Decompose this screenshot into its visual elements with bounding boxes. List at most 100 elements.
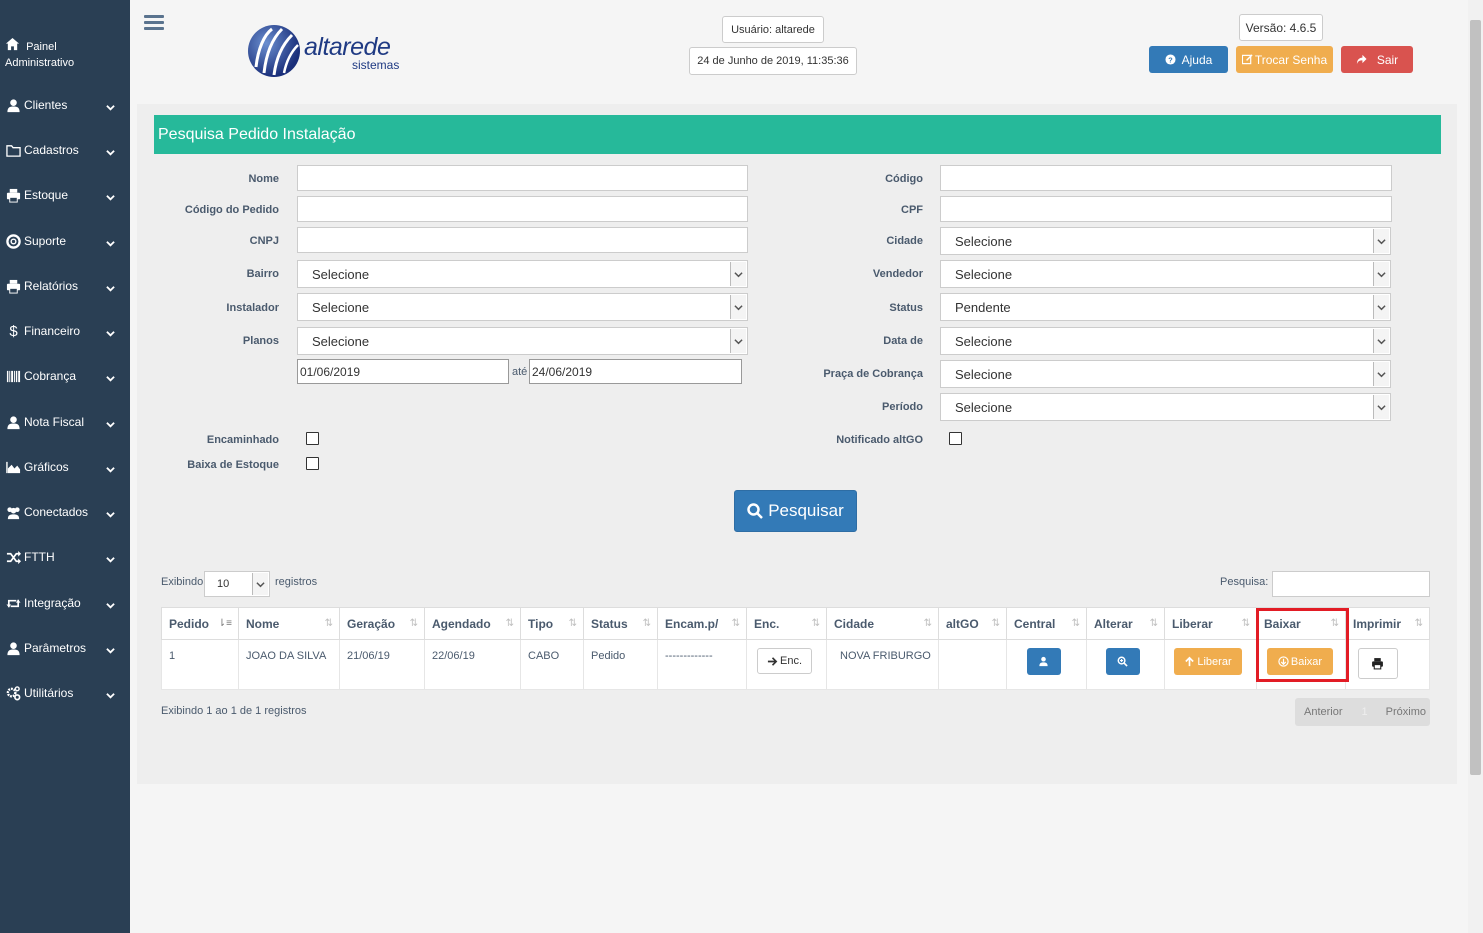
- sidebar-item-ftth[interactable]: FTTH: [0, 545, 130, 569]
- scrollbar[interactable]: [1468, 0, 1483, 933]
- sort-icon: ⇅: [811, 618, 820, 629]
- sidebar-item-estoque[interactable]: Estoque: [0, 183, 130, 207]
- chevron-down-icon: [106, 282, 115, 292]
- date-to-input[interactable]: 24/06/2019: [529, 359, 742, 384]
- encaminhado-label: Encaminhado: [206, 434, 279, 446]
- sidebar-item-integracao[interactable]: Integração: [0, 591, 130, 615]
- chevron-down-icon: [106, 146, 115, 156]
- col-altgo[interactable]: altGO ⇅: [938, 607, 1007, 640]
- baixa-estoque-checkbox[interactable]: [306, 457, 319, 470]
- codigo-pedido-input[interactable]: [297, 196, 748, 222]
- periodo-label: Período: [882, 401, 923, 413]
- sort-asc-icon: ⇂≡: [217, 618, 232, 629]
- bairro-select[interactable]: Selecione: [297, 260, 748, 288]
- table-search-input[interactable]: [1272, 571, 1430, 597]
- sidebar-item-graficos[interactable]: Gráficos: [0, 455, 130, 479]
- bairro-select-value: Selecione: [312, 266, 370, 282]
- sort-icon: ⇅: [731, 618, 740, 629]
- periodo-select[interactable]: Selecione: [940, 393, 1391, 421]
- sidebar-item-label: FTTH: [24, 550, 55, 564]
- pagination-next[interactable]: Próximo: [1386, 706, 1426, 718]
- status-select[interactable]: Pendente: [940, 293, 1391, 321]
- cell-liberar: Liberar: [1164, 639, 1257, 690]
- sort-icon: ⇅: [324, 618, 333, 629]
- date-from-input[interactable]: 01/06/2019: [297, 359, 509, 384]
- change-password-button[interactable]: Trocar Senha: [1236, 46, 1333, 73]
- alterar-button[interactable]: [1106, 648, 1140, 675]
- col-geracao[interactable]: Geração ⇅: [339, 607, 425, 640]
- pagination-page[interactable]: 1: [1362, 706, 1368, 718]
- planos-select[interactable]: Selecione: [297, 327, 748, 355]
- page-size-suffix: registros: [275, 576, 318, 588]
- sidebar-item-parametros[interactable]: Parâmetros: [0, 636, 130, 660]
- sidebar-item-conectados[interactable]: Conectados: [0, 500, 130, 524]
- sidebar-item-relatorios[interactable]: Relatórios: [0, 274, 130, 298]
- instalador-label: Instalador: [226, 302, 279, 314]
- cell-altgo: [938, 639, 1007, 690]
- col-tipo[interactable]: Tipo ⇅: [520, 607, 584, 640]
- menu-toggle-button[interactable]: [144, 15, 164, 31]
- logout-button[interactable]: Sair: [1341, 46, 1413, 73]
- col-cidade[interactable]: Cidade ⇅: [826, 607, 939, 640]
- cnpj-input[interactable]: [297, 227, 748, 253]
- col-alterar[interactable]: Alterar ⇅: [1086, 607, 1165, 640]
- imprimir-button[interactable]: [1358, 648, 1398, 679]
- sidebar-item-cadastros[interactable]: Cadastros: [0, 138, 130, 162]
- chevron-down-icon: [106, 418, 115, 428]
- svg-text:?: ?: [1168, 55, 1173, 64]
- sort-icon: ⇅: [1071, 618, 1080, 629]
- sort-icon: ⇅: [1414, 618, 1423, 629]
- sidebar-item-nota-fiscal[interactable]: Nota Fiscal: [0, 410, 130, 434]
- col-encam[interactable]: Encam.p/⇅: [657, 607, 747, 640]
- user-icon: [0, 98, 22, 113]
- data-de-select[interactable]: Selecione: [940, 327, 1391, 355]
- notificado-altgo-label: Notificado altGO: [836, 434, 923, 446]
- area-chart-icon: [0, 460, 22, 475]
- praca-cobranca-select-value: Selecione: [955, 366, 1013, 382]
- cidade-label: Cidade: [886, 235, 923, 247]
- search-button[interactable]: Pesquisar: [734, 490, 857, 532]
- instalador-select[interactable]: Selecione: [297, 293, 748, 321]
- help-button[interactable]: ? Ajuda: [1149, 46, 1228, 73]
- chevron-down-icon: [1373, 362, 1389, 386]
- central-button[interactable]: [1027, 648, 1061, 675]
- encaminhado-checkbox[interactable]: [306, 432, 319, 445]
- chevron-down-icon: [106, 191, 115, 201]
- page-size-prefix: Exibindo: [161, 576, 204, 588]
- sidebar-home[interactable]: Painel Administrativo: [5, 37, 74, 71]
- cpf-input[interactable]: [940, 196, 1392, 222]
- logout-label: Sair: [1376, 52, 1399, 67]
- col-agendado[interactable]: Agendado ⇅: [424, 607, 521, 640]
- col-nome[interactable]: Nome ⇅: [238, 607, 340, 640]
- user-icon: [0, 641, 22, 656]
- notificado-altgo-checkbox[interactable]: [949, 432, 962, 445]
- cidade-select[interactable]: Selecione: [940, 227, 1391, 255]
- sidebar-item-financeiro[interactable]: $ Financeiro: [0, 319, 130, 343]
- liberar-button[interactable]: Liberar: [1174, 648, 1242, 675]
- col-status[interactable]: Status ⇅: [583, 607, 658, 640]
- cell-encam: -------------: [657, 639, 747, 690]
- scrollbar-thumb[interactable]: [1470, 20, 1481, 775]
- sidebar-item-utilitarios[interactable]: Utilitários: [0, 681, 130, 705]
- page-size-select[interactable]: 10: [204, 571, 270, 597]
- sidebar-item-clientes[interactable]: Clientes: [0, 93, 130, 117]
- cell-geracao: 21/06/19: [339, 639, 425, 690]
- col-imprimir[interactable]: Imprimir ⇅: [1345, 607, 1430, 640]
- planos-label: Planos: [242, 335, 279, 347]
- cell-status: Pedido: [583, 639, 658, 690]
- col-liberar[interactable]: Liberar ⇅: [1164, 607, 1257, 640]
- sidebar-item-label: Cadastros: [24, 143, 79, 157]
- enc-button[interactable]: Enc.: [757, 648, 812, 674]
- sidebar-item-suporte[interactable]: Suporte: [0, 229, 130, 253]
- col-pedido[interactable]: Pedido ⇂≡: [161, 607, 239, 640]
- nome-input[interactable]: [297, 165, 748, 191]
- col-central[interactable]: Central ⇅: [1006, 607, 1087, 640]
- chevron-down-icon: [730, 295, 746, 319]
- pagination-prev[interactable]: Anterior: [1304, 706, 1343, 718]
- col-enc[interactable]: Enc. ⇅: [746, 607, 827, 640]
- praca-cobranca-select[interactable]: Selecione: [940, 360, 1391, 388]
- codigo-input[interactable]: [940, 165, 1392, 191]
- sidebar-item-cobranca[interactable]: Cobrança: [0, 364, 130, 388]
- sidebar-home-label-1: Painel: [26, 41, 57, 53]
- vendedor-select[interactable]: Selecione: [940, 260, 1391, 288]
